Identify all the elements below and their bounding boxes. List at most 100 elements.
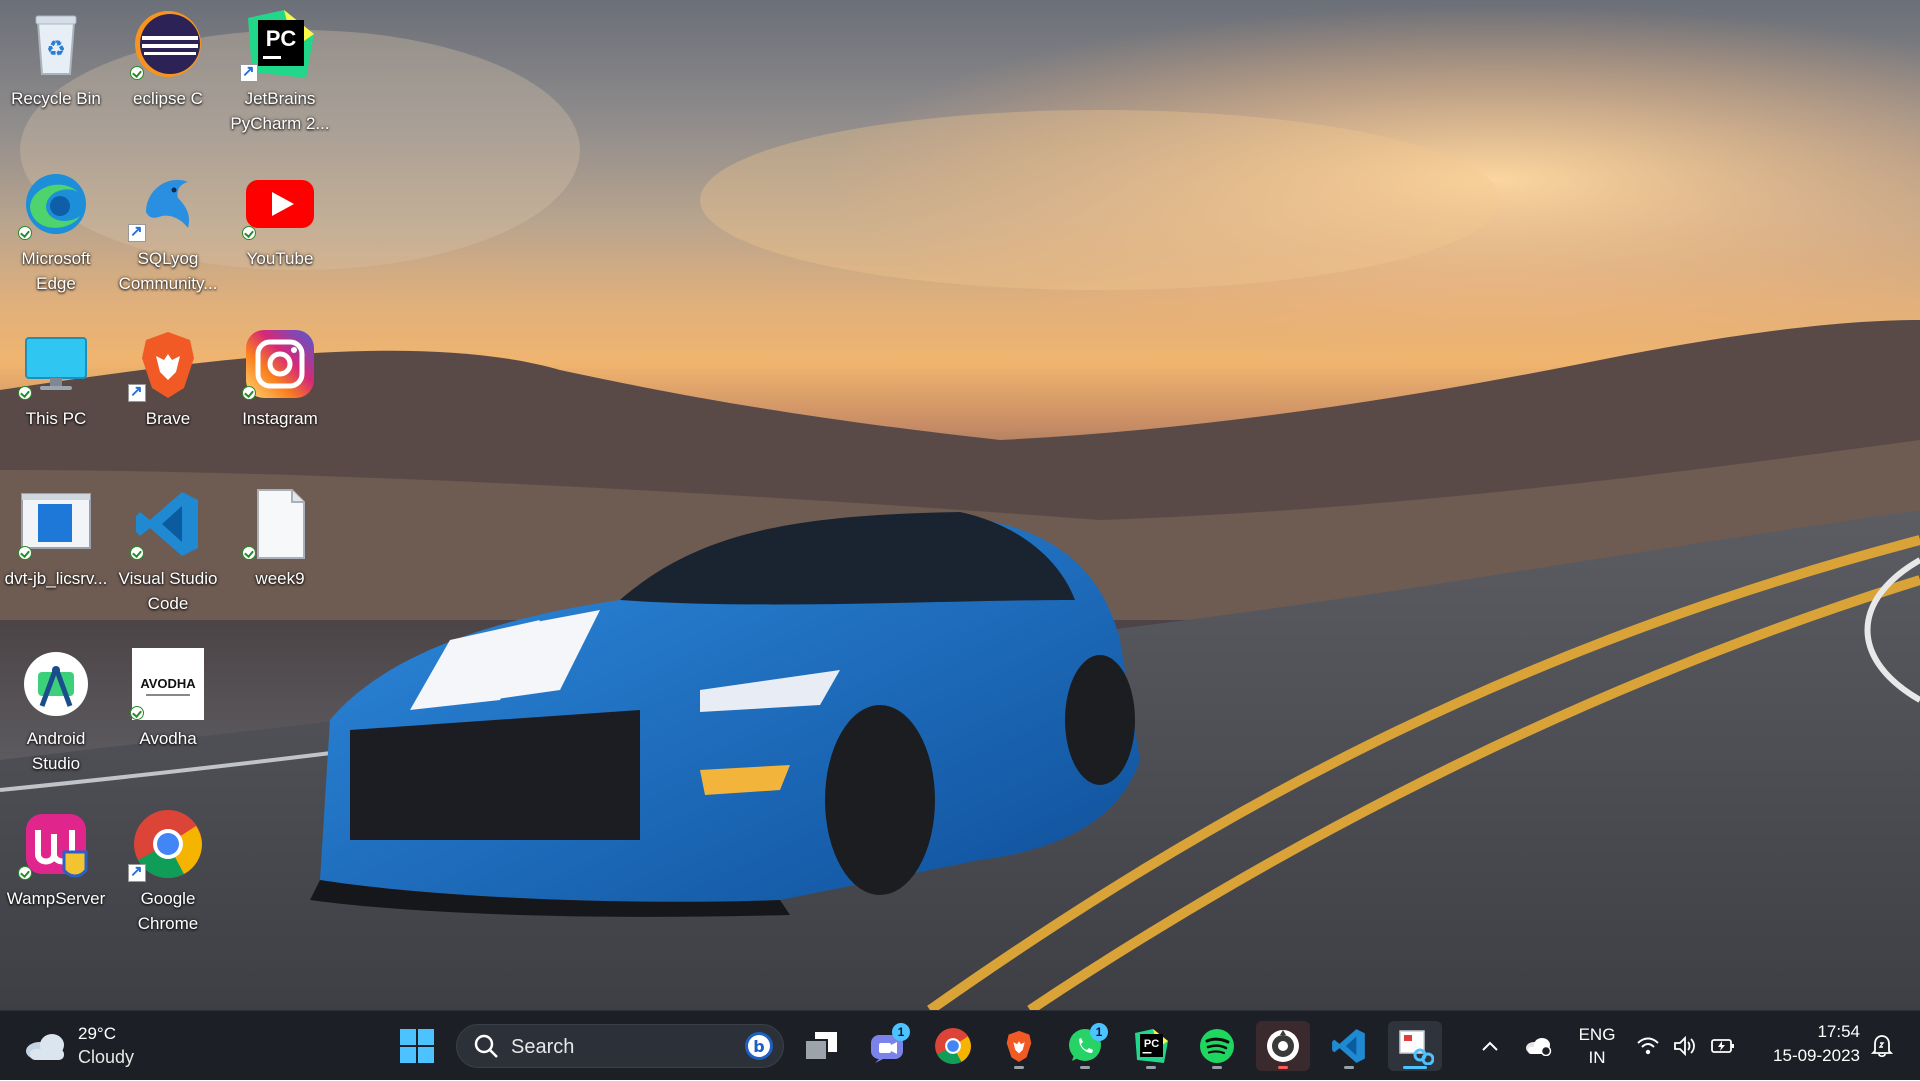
desktop-icon-label: SQLyog Community... xyxy=(118,249,218,293)
onedrive-tray-button[interactable] xyxy=(1522,1011,1554,1081)
svg-text:b: b xyxy=(753,1037,764,1056)
vscode-icon xyxy=(130,488,204,560)
instagram-icon xyxy=(242,328,316,400)
pycharm-icon: PC xyxy=(240,8,316,82)
desktop-icon-instagram[interactable]: Instagram xyxy=(226,328,334,431)
desktop-icon-label: dvt-jb_licsrv... xyxy=(4,569,108,588)
desktop-icon-visual-studio-code[interactable]: Visual Studio Code xyxy=(114,488,222,616)
desktop-icon-android-studio[interactable]: Android Studio xyxy=(2,648,110,776)
quick-settings-button[interactable] xyxy=(1630,1011,1742,1081)
notification-center-button[interactable] xyxy=(1866,1011,1898,1081)
sync-status-icon xyxy=(242,386,256,400)
desktop-icon-label: week9 xyxy=(255,569,305,588)
taskbar-app-pycharm[interactable]: PC xyxy=(1124,1021,1178,1071)
taskbar: 29°C Cloudy Search b 1 1 PC ENG IN 17:54… xyxy=(0,1010,1920,1080)
desktop-icon-label: This PC xyxy=(25,409,87,428)
desktop-icon-avodha[interactable]: AVODHA Avodha xyxy=(114,648,222,751)
taskbar-app-spotify[interactable] xyxy=(1190,1021,1244,1071)
desktop-icon-brave[interactable]: Brave xyxy=(114,328,222,431)
onedrive-cloud-icon xyxy=(1526,1038,1552,1056)
desktop-icon-microsoft-edge[interactable]: Microsoft Edge xyxy=(2,168,110,296)
desktop-icon-label: JetBrains PyCharm 2... xyxy=(230,89,330,133)
sync-status-icon xyxy=(130,66,144,80)
desktop-icon-label: Brave xyxy=(145,409,191,428)
desktop-icon-youtube[interactable]: YouTube xyxy=(226,168,334,271)
desktop-icon-week9[interactable]: week9 xyxy=(226,488,334,591)
wifi-icon xyxy=(1637,1037,1660,1055)
desktop-icon-label: Avodha xyxy=(139,729,197,748)
weather-widget[interactable]: 29°C Cloudy xyxy=(24,1021,134,1071)
sync-status-icon xyxy=(18,386,32,400)
vscode-icon xyxy=(1332,1029,1365,1063)
notification-count-badge: 1 xyxy=(1090,1023,1108,1041)
desktop-icon-this-pc[interactable]: This PC xyxy=(2,328,110,431)
sync-status-icon xyxy=(18,866,32,880)
desktop-icon-recycle-bin[interactable]: ♻ Recycle Bin xyxy=(2,8,110,111)
chevron-up-icon xyxy=(1482,1041,1498,1051)
shortcut-arrow-icon xyxy=(240,62,258,82)
shortcut-arrow-icon xyxy=(128,222,146,242)
desktop-icon-dvt-jb-licsrv[interactable]: dvt-jb_licsrv... xyxy=(2,488,110,591)
volume-icon xyxy=(1674,1036,1695,1056)
desktop-icon-label: YouTube xyxy=(246,249,314,268)
pycharm-logo-text: PC xyxy=(266,26,297,51)
desktop-icon-eclipse[interactable]: eclipse C xyxy=(114,8,222,111)
android-studio-icon xyxy=(20,648,92,720)
shortcut-arrow-icon xyxy=(128,862,146,882)
running-indicator xyxy=(1080,1066,1090,1069)
start-button[interactable] xyxy=(390,1021,444,1071)
running-indicator xyxy=(1014,1066,1024,1069)
taskbar-app-teams-chat[interactable]: 1 xyxy=(860,1021,914,1071)
sync-status-icon xyxy=(242,546,256,560)
show-hidden-icons-button[interactable] xyxy=(1476,1011,1504,1081)
task-view-button[interactable] xyxy=(794,1021,848,1071)
weather-condition: Cloudy xyxy=(78,1047,135,1067)
taskbar-app-google-chrome[interactable] xyxy=(926,1021,980,1071)
youtube-icon xyxy=(242,168,316,240)
running-indicator xyxy=(1403,1066,1427,1069)
taskbar-app-recorder[interactable] xyxy=(1256,1021,1310,1071)
spotify-icon xyxy=(1200,1029,1234,1063)
system-clock[interactable]: 17:54 15-09-2023 xyxy=(1773,1020,1860,1068)
recycle-bin-icon: ♻ xyxy=(20,8,92,80)
taskbar-app-snipping-tool[interactable] xyxy=(1388,1021,1442,1071)
clock-time: 17:54 xyxy=(1817,1022,1860,1041)
desktop-icon-google-chrome[interactable]: Google Chrome xyxy=(114,808,222,936)
taskbar-app-visual-studio-code[interactable] xyxy=(1322,1021,1376,1071)
input-language-indicator[interactable]: ENG IN xyxy=(1570,1011,1624,1081)
eclipse-icon xyxy=(130,8,204,80)
desktop-icon-pycharm[interactable]: PC JetBrains PyCharm 2... xyxy=(226,8,334,136)
desktop-icon-wampserver[interactable]: WampServer xyxy=(2,808,110,911)
avodha-logo-text: AVODHA xyxy=(140,676,196,691)
desktop-icon-label: Microsoft Edge xyxy=(21,249,91,293)
running-indicator xyxy=(1146,1066,1156,1069)
snipping-tool-icon xyxy=(1399,1030,1434,1065)
recorder-icon xyxy=(1267,1030,1299,1062)
desktop-icon-label: WampServer xyxy=(6,889,106,908)
task-view-icon xyxy=(804,1032,837,1061)
running-indicator xyxy=(1212,1066,1222,1069)
installer-file-icon xyxy=(18,488,92,560)
brave-lion-icon xyxy=(128,328,204,402)
desktop-icon-label: Recycle Bin xyxy=(11,89,101,108)
notification-count-badge: 1 xyxy=(892,1023,910,1041)
monitor-icon xyxy=(18,328,92,400)
chrome-icon xyxy=(935,1028,971,1064)
chrome-icon xyxy=(128,808,204,882)
desktop-icon-label: Google Chrome xyxy=(137,889,199,933)
desktop-icon-sqlyog[interactable]: SQLyog Community... xyxy=(114,168,222,296)
taskbar-app-whatsapp[interactable]: 1 xyxy=(1058,1021,1112,1071)
pycharm-icon: PC xyxy=(1135,1029,1168,1063)
taskbar-app-brave[interactable] xyxy=(992,1021,1046,1071)
text-document-icon xyxy=(242,488,316,560)
battery-charging-icon xyxy=(1710,1039,1734,1053)
desktop-icon-label: Visual Studio Code xyxy=(118,569,218,613)
taskbar-search-box[interactable]: Search b xyxy=(456,1024,784,1068)
sync-status-icon xyxy=(130,706,144,720)
sync-status-icon xyxy=(18,546,32,560)
bing-chat-icon[interactable]: b xyxy=(743,1030,775,1062)
shortcut-arrow-icon xyxy=(128,382,146,402)
desktop-icon-label: eclipse C xyxy=(133,89,203,108)
windows-logo-icon xyxy=(400,1029,434,1063)
clock-date: 15-09-2023 xyxy=(1773,1046,1860,1065)
